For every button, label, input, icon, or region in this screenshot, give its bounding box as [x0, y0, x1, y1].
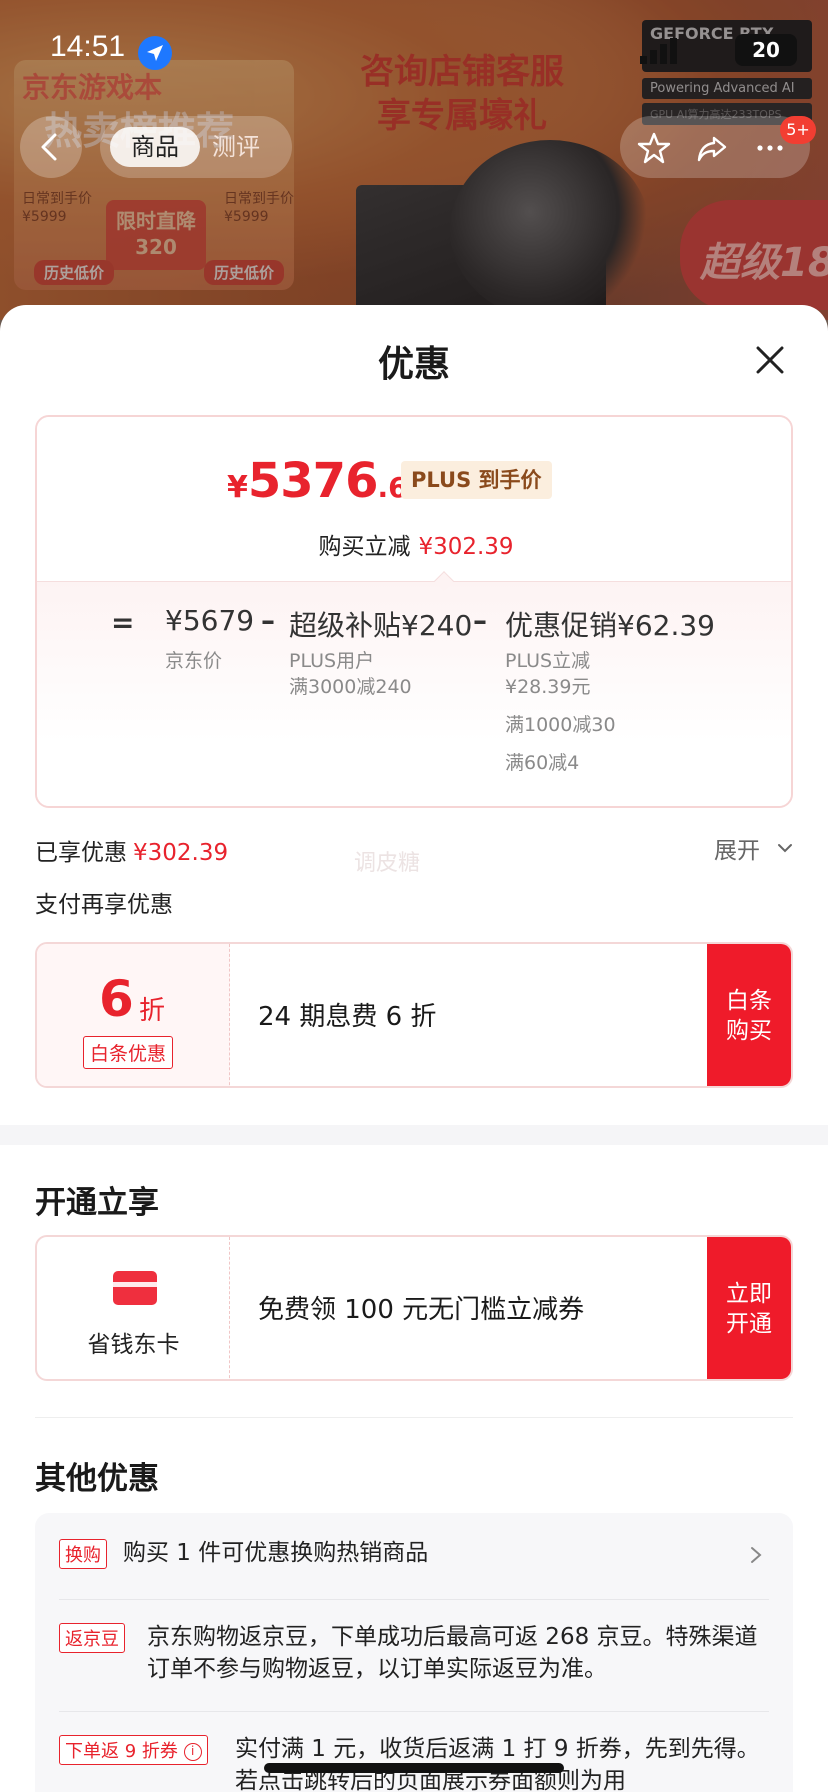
chevron-right-icon — [751, 1547, 762, 1563]
promo-desc-2: ¥28.39元 — [505, 676, 591, 698]
enjoyed-discount: 已享优惠 ¥302.39 — [35, 833, 228, 867]
baitiao-left: 6 折 白条优惠 — [37, 944, 230, 1086]
discount-sheet: 优惠 ¥5376.61 PLUS 到手价 购买立减 ¥302.39 = ¥5679… — [0, 305, 828, 1792]
product-tabs: 商品 测评 — [100, 116, 292, 178]
other-offers-list: 换购 购买 1 件可优惠换购热销商品 返京豆 京东购物返京豆，下单成功后最高可返… — [35, 1513, 793, 1792]
promo-desc-4: 满60减4 — [505, 752, 580, 774]
tab-product[interactable]: 商品 — [110, 127, 200, 167]
offer-item-jingdou: 返京豆 京东购物返京豆，下单成功后最高可返 268 京豆。特殊渠道订单不参与购物… — [59, 1623, 769, 1693]
saving-card-left: 省钱东卡 — [37, 1237, 230, 1379]
baitiao-text: 24 期息费 6 折 — [258, 1002, 437, 1032]
offer-tag: 下单返 9 折券 i — [59, 1735, 208, 1765]
other-section-title: 其他优惠 — [35, 1461, 159, 1497]
pay-more-label: 支付再享优惠 — [35, 892, 173, 918]
baitiao-discount-number: 6 — [99, 970, 134, 1028]
purchase-reduction: 购买立减 ¥302.39 — [37, 527, 791, 561]
offer-text: 购买 1 件可优惠换购热销商品 — [123, 1540, 429, 1566]
minus-sign: – — [261, 604, 275, 637]
chevron-left-icon — [41, 133, 57, 161]
close-icon[interactable] — [750, 340, 790, 380]
status-time: 14:51 — [50, 30, 126, 63]
baitiao-discount-unit: 折 — [139, 996, 166, 1026]
super-subsidy: 超级补贴¥240 — [289, 609, 473, 642]
reduce-label: 购买立减 — [318, 534, 411, 560]
jd-price-label: 京东价 — [165, 650, 223, 672]
signal-icon — [640, 38, 677, 64]
baitiao-coupon: 6 折 白条优惠 24 期息费 6 折 白条 购买 — [35, 942, 793, 1088]
promo-desc-3: 满1000减30 — [505, 714, 616, 736]
price-integer: 5376 — [247, 453, 379, 509]
price-currency: ¥ — [227, 470, 248, 505]
enjoyed-value: ¥302.39 — [133, 840, 229, 866]
enjoyed-label: 已享优惠 — [35, 840, 127, 866]
offer-tag: 换购 — [59, 1539, 107, 1569]
subsidy-desc-1: PLUS用户 — [289, 650, 375, 672]
watermark: 调皮糖 — [354, 851, 421, 876]
reduce-value: ¥302.39 — [418, 534, 514, 560]
home-indicator — [264, 1763, 564, 1773]
location-arrow-icon — [138, 36, 172, 70]
equals-sign: = — [111, 606, 135, 639]
section-divider — [0, 1125, 828, 1145]
promo-discount: 优惠促销¥62.39 — [505, 609, 715, 642]
star-icon[interactable] — [636, 130, 672, 166]
price-summary: ¥5376.61 PLUS 到手价 购买立减 ¥302.39 — [37, 417, 791, 581]
plus-price-tag: PLUS 到手价 — [401, 461, 552, 499]
baitiao-tag: 白条优惠 — [83, 1036, 174, 1069]
message-badge: 5+ — [780, 116, 816, 144]
minus-sign: – — [473, 604, 487, 637]
divider — [35, 1417, 793, 1418]
expand-link[interactable]: 展开 — [714, 831, 760, 865]
tab-review[interactable]: 测评 — [212, 127, 260, 167]
price-formula: = ¥5679 京东价 – 超级补贴¥240 PLUS用户 满3000减240 … — [37, 581, 791, 806]
offer-item-trade-in[interactable]: 换购 购买 1 件可优惠换购热销商品 — [59, 1539, 769, 1579]
chevron-down-icon[interactable] — [776, 839, 794, 857]
share-icon[interactable] — [694, 130, 730, 166]
jd-price: ¥5679 — [165, 604, 255, 637]
offer-tag-label: 下单返 9 折券 — [65, 1741, 178, 1762]
offer-tag: 返京豆 — [59, 1623, 125, 1653]
credit-card-icon — [113, 1271, 157, 1305]
subsidy-desc-2: 满3000减240 — [289, 676, 412, 698]
info-icon[interactable]: i — [183, 1743, 202, 1761]
saving-card-text: 免费领 100 元无门槛立减券 — [258, 1295, 585, 1325]
open-now-button[interactable]: 立即 开通 — [707, 1237, 791, 1379]
final-price: ¥5376.61 — [227, 453, 427, 509]
price-breakdown-card: ¥5376.61 PLUS 到手价 购买立减 ¥302.39 = ¥5679 京东… — [35, 415, 793, 808]
offer-text: 京东购物返京豆，下单成功后最高可返 268 京豆。特殊渠道订单不参与购物返豆，以… — [147, 1624, 758, 1682]
offer-separator — [59, 1599, 769, 1600]
battery-indicator: 20 — [735, 34, 797, 66]
promo-desc-1: PLUS立减 — [505, 650, 591, 672]
sheet-title: 优惠 — [377, 344, 450, 385]
saving-card-label: 省钱东卡 — [87, 1332, 180, 1358]
back-button[interactable] — [20, 116, 82, 178]
saving-card-coupon: 省钱东卡 免费领 100 元无门槛立减券 立即 开通 — [35, 1235, 793, 1381]
open-section-title: 开通立享 — [35, 1185, 159, 1221]
offer-separator — [59, 1711, 769, 1712]
baitiao-buy-button[interactable]: 白条 购买 — [707, 944, 791, 1086]
